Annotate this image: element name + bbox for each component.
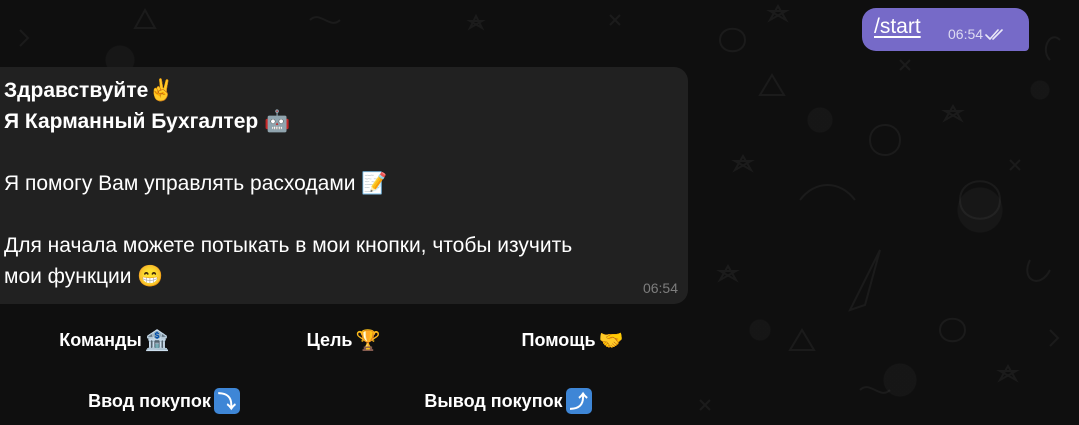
- commands-button-label: Команды: [59, 329, 142, 350]
- instruction-line-1: Для начала можете потыкать в мои кнопки,…: [4, 234, 573, 257]
- empty-line: [4, 199, 684, 230]
- output-purchases-button[interactable]: Вывод покупок ⤴: [344, 378, 672, 424]
- help-button-label: Помощь: [521, 329, 596, 350]
- greeting-line: Здравствуйте✌: [4, 79, 175, 102]
- commands-button[interactable]: Команды 🏦: [0, 317, 229, 363]
- help-button[interactable]: Помощь 🤝: [458, 317, 687, 363]
- double-check-icon: [985, 27, 1007, 41]
- empty-line: [4, 137, 684, 168]
- handshake-icon: 🤝: [598, 328, 624, 352]
- instruction-line-2: мои функции 😁: [4, 265, 164, 288]
- input-purchases-button[interactable]: Ввод покупок ⤵: [0, 378, 328, 424]
- goal-button-label: Цель: [306, 329, 353, 350]
- goal-button[interactable]: Цель 🏆: [229, 317, 458, 363]
- incoming-message-text: Здравствуйте✌ Я Карманный Бухгалтер 🤖 Я …: [4, 75, 684, 292]
- bot-intro-line: Я Карманный Бухгалтер 🤖: [4, 110, 291, 133]
- output-purchases-button-label: Вывод покупок: [424, 390, 563, 411]
- incoming-message-bubble[interactable]: Здравствуйте✌ Я Карманный Бухгалтер 🤖 Я …: [0, 67, 688, 304]
- trophy-icon: 🏆: [355, 328, 381, 352]
- outgoing-message-bubble[interactable]: /start 06:54: [862, 8, 1029, 51]
- input-purchases-button-label: Ввод покупок: [88, 390, 211, 411]
- arrow-down-right-icon: ⤵: [213, 388, 240, 414]
- bank-icon: 🏦: [144, 328, 170, 352]
- outgoing-message-time: 06:54: [948, 26, 984, 42]
- help-line: Я помогу Вам управлять расходами 📝: [4, 172, 388, 195]
- incoming-message-time: 06:54: [642, 280, 678, 296]
- outgoing-message-meta: 06:54: [948, 26, 1007, 42]
- outgoing-message-text[interactable]: /start: [874, 15, 921, 39]
- arrow-up-right-icon: ⤴: [565, 388, 592, 414]
